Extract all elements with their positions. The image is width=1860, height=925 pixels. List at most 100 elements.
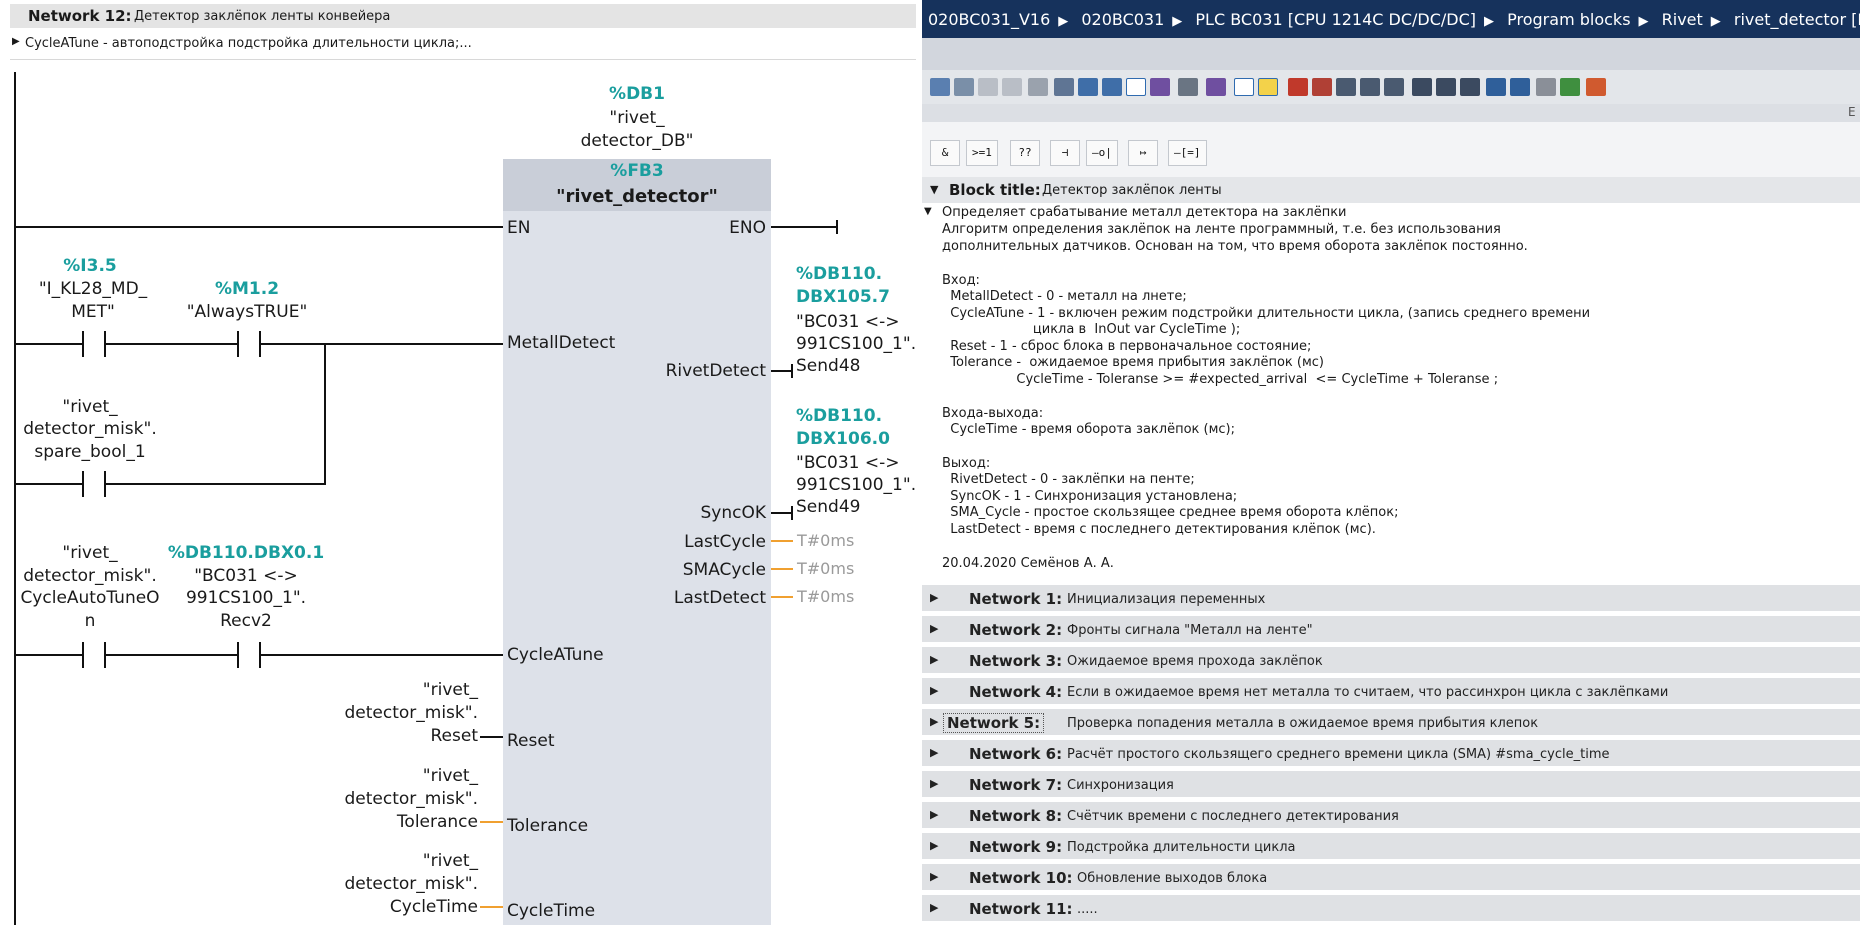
network-comment-row[interactable]: ▶ CycleATune - автоподстройка подстройка… [10, 28, 916, 60]
expand-triangle-icon[interactable]: ▶ [930, 622, 938, 635]
open-branch-button[interactable]: ⊣ [1050, 140, 1080, 166]
breadcrumb-item-station[interactable]: 020BC031 [1081, 10, 1164, 29]
insert-row-icon[interactable] [978, 78, 998, 96]
step-in-icon[interactable] [1412, 78, 1432, 96]
expand-triangle-icon[interactable]: ▶ [12, 36, 20, 47]
network-overview-icon[interactable] [1078, 78, 1098, 96]
lastdetect-value: T#0ms [797, 587, 855, 606]
network-row-5[interactable]: ▶ Network 5: Проверка попадения металла … [922, 709, 1860, 737]
breadcrumb-item-rivet[interactable]: Rivet [1662, 10, 1703, 29]
stop-icon[interactable] [1312, 78, 1332, 96]
pin-cycletime: CycleTime [507, 901, 596, 921]
network-header[interactable]: Network 12: Детектор заклёпок ленты конв… [10, 4, 916, 28]
block-editor-panel: 020BC031_V16 ▶ 020BC031 ▶ PLC BC031 [CPU 1… [922, 0, 1860, 925]
contact-recv2[interactable] [237, 642, 261, 668]
pin-eno: ENO [729, 218, 766, 238]
clear-icon[interactable] [1028, 78, 1048, 96]
overview-toggle-icon[interactable] [1234, 78, 1254, 96]
tolerance-wire [480, 821, 503, 823]
network-row-6[interactable]: ▶ Network 6: Расчёт простого скользящего… [922, 740, 1860, 768]
comment-line: 20.04.2020 Семёнов А. А. [942, 556, 1114, 571]
collapse-triangle-icon[interactable]: ▼ [924, 206, 932, 217]
compare-icon[interactable] [1536, 78, 1556, 96]
reset-operand-line1: "rivet_ [422, 680, 478, 700]
fb-address: %FB3 [610, 161, 664, 181]
expand-triangle-icon[interactable]: ▶ [930, 777, 938, 790]
breadcrumb-item-project[interactable]: 020BC031_V16 [928, 10, 1050, 29]
comment-line: SMA_Cycle - простое скользящее среднее в… [942, 505, 1399, 520]
network-label: Network 7: [969, 776, 1063, 794]
instance-db-name-line1: "rivet_ [609, 108, 665, 128]
highlight-icon[interactable] [1258, 78, 1278, 96]
network-title: Подстройка длительности цикла [1067, 840, 1296, 855]
collapse-triangle-icon[interactable]: ▼ [930, 183, 938, 196]
operand-representation-icon[interactable] [1178, 78, 1198, 96]
network-label: Network 5: [942, 713, 1045, 733]
network-title: Детектор заклёпок ленты конвейера [134, 9, 391, 24]
pin-lastcycle: LastCycle [684, 532, 766, 552]
network-row-2[interactable]: ▶ Network 2: Фронты сигнала "Металл на л… [922, 616, 1860, 644]
pin-en: EN [507, 218, 531, 238]
power-rail [14, 72, 16, 925]
expand-triangle-icon[interactable]: ▶ [930, 715, 938, 728]
contact-m1-2[interactable] [237, 331, 261, 357]
reset-breakpoints-icon[interactable] [1288, 78, 1308, 96]
interface-bar [922, 38, 1860, 70]
cross-reference-icon[interactable] [1336, 78, 1356, 96]
network-row-9[interactable]: ▶ Network 9: Подстройка длительности цик… [922, 833, 1860, 861]
download-icon[interactable] [1560, 78, 1580, 96]
block-title-row[interactable]: ▼ Block title: Детектор заклёпок ленты [922, 177, 1860, 203]
lock-icon[interactable] [1586, 78, 1606, 96]
open-all-networks-icon[interactable] [1102, 78, 1122, 96]
network-label: Network 10: [969, 869, 1073, 887]
contact-spare-bool-1[interactable] [82, 471, 106, 497]
favorites-icon[interactable] [1150, 78, 1170, 96]
negated-input-button[interactable]: –o| [1086, 140, 1118, 166]
network-row-8[interactable]: ▶ Network 8: Счётчик времени с последнег… [922, 802, 1860, 830]
step-out-icon[interactable] [1460, 78, 1480, 96]
breadcrumb-item-plc[interactable]: PLC BC031 [CPU 1214C DC/DC/DC] [1195, 10, 1476, 29]
comment-line: CycleTime - Toleranse >= #expected_arriv… [942, 372, 1499, 387]
block-comment[interactable]: ▼ Определяет срабатывание металл детекто… [922, 203, 1860, 583]
expand-triangle-icon[interactable]: ▶ [930, 746, 938, 759]
comment-line: CycleATune - 1 - включен режим подстройк… [942, 306, 1591, 321]
expand-triangle-icon[interactable]: ▶ [930, 808, 938, 821]
or-box-button[interactable]: >=1 [966, 140, 998, 166]
expand-triangle-icon[interactable]: ▶ [930, 591, 938, 604]
comment-line: RivetDetect - 0 - заклёпки на пенте; [942, 472, 1195, 487]
breadcrumb-item-program-blocks[interactable]: Program blocks [1507, 10, 1630, 29]
network-row-11[interactable]: ▶ Network 11: ..... [922, 895, 1860, 923]
contact-cycle-autotune-on[interactable] [82, 642, 106, 668]
monitor-on-icon[interactable] [1486, 78, 1506, 96]
fb-name: "rivet_detector" [556, 186, 718, 207]
connection-button[interactable]: ↦ [1128, 140, 1158, 166]
network-row-4[interactable]: ▶ Network 4: Если в ожидаемое время нет … [922, 678, 1860, 706]
out1-name-line1: "BC031 <-> [796, 312, 900, 332]
expand-triangle-icon[interactable]: ▶ [930, 653, 938, 666]
expand-triangle-icon[interactable]: ▶ [930, 684, 938, 697]
network-row-3[interactable]: ▶ Network 3: Ожидаемое время прохода зак… [922, 647, 1860, 675]
step-over-icon[interactable] [1436, 78, 1456, 96]
rivetdetect-wire [771, 370, 793, 372]
expand-triangle-icon[interactable]: ▶ [930, 839, 938, 852]
call-structure-icon[interactable] [1360, 78, 1380, 96]
contact-i3-5[interactable] [82, 331, 106, 357]
append-row-icon[interactable] [1002, 78, 1022, 96]
network-comments-icon[interactable] [1126, 78, 1146, 96]
network-row-1[interactable]: ▶ Network 1: Инициализация переменных [922, 585, 1860, 613]
insert-network-icon[interactable] [930, 78, 950, 96]
monitor-off-icon[interactable] [1510, 78, 1530, 96]
delete-network-icon[interactable] [954, 78, 974, 96]
empty-box-button[interactable]: ?? [1010, 140, 1040, 166]
expand-triangle-icon[interactable]: ▶ [930, 901, 938, 914]
absolute-operands-icon[interactable] [1054, 78, 1074, 96]
tag-info-icon[interactable] [1206, 78, 1226, 96]
comment-line: SyncOK - 1 - Синхронизация установлена; [942, 489, 1238, 504]
assignment-button[interactable]: –[=] [1168, 140, 1207, 166]
expand-triangle-icon[interactable]: ▶ [930, 870, 938, 883]
comment-line: LastDetect - время с последнего детектир… [942, 522, 1376, 537]
network-row-7[interactable]: ▶ Network 7: Синхронизация [922, 771, 1860, 799]
and-box-button[interactable]: & [930, 140, 960, 166]
network-row-10[interactable]: ▶ Network 10: Обновление выходов блока [922, 864, 1860, 892]
assignment-icon[interactable] [1384, 78, 1404, 96]
